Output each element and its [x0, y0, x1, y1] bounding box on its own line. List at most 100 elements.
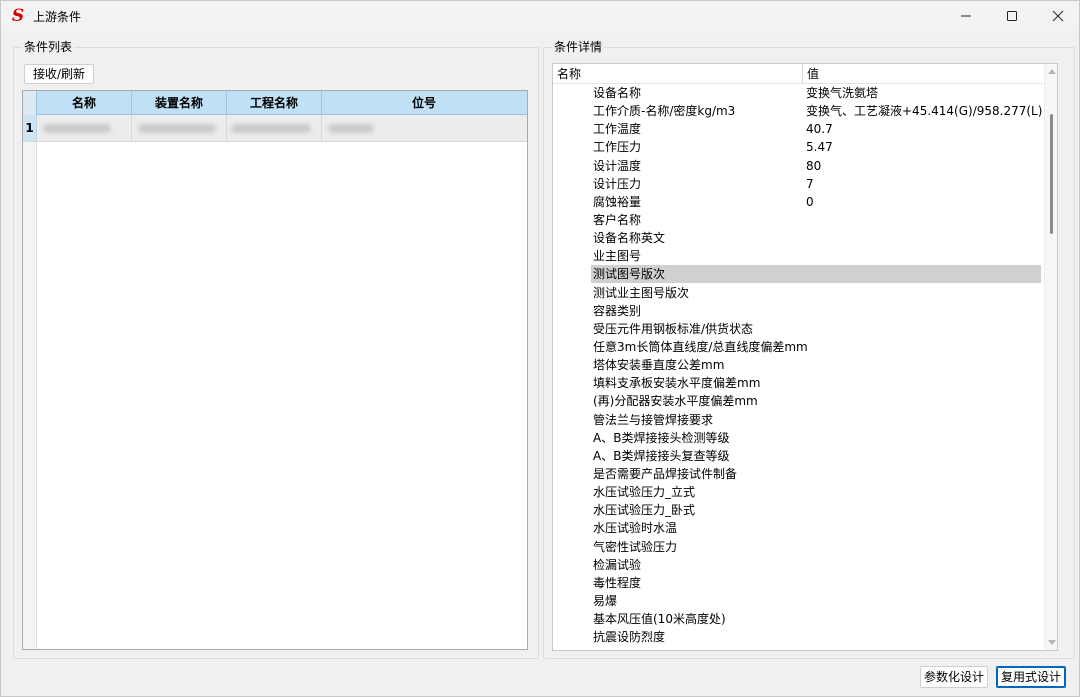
property-row[interactable]: 测试图号版次	[553, 265, 1043, 284]
window-title: 上游条件	[33, 9, 82, 24]
condition-list-group: 条件列表 接收/刷新 名称 装置名称 工程名称 位号 1	[13, 40, 539, 659]
property-value[interactable]: 40.7	[806, 120, 1046, 138]
table-corner[interactable]	[23, 91, 37, 115]
app-logo-icon: S	[11, 6, 25, 26]
property-name: 业主图号	[593, 249, 642, 264]
property-name: A、B类焊接接头检测等级	[593, 430, 730, 445]
property-name: 受压元件用钢板标准/供货状态	[593, 321, 754, 336]
property-value[interactable]: 80	[806, 157, 1046, 175]
property-row[interactable]: 测试业主图号版次	[553, 284, 1043, 302]
property-row[interactable]: 水压试验压力_卧式	[553, 501, 1043, 519]
scroll-down-icon[interactable]	[1048, 640, 1056, 645]
property-row[interactable]: 设计压力 7	[553, 175, 1043, 193]
property-row[interactable]: 是否需要产品焊接试件制备	[553, 465, 1043, 483]
property-grid-header: 名称 值	[553, 64, 1043, 84]
property-row[interactable]: A、B类焊接接头检测等级	[553, 429, 1043, 447]
property-row[interactable]: 基本风压值(10米高度处)	[553, 610, 1043, 628]
title-bar[interactable]: S 上游条件	[1, 1, 1079, 31]
property-name: 工作温度	[593, 122, 642, 137]
condition-list-table[interactable]: 名称 装置名称 工程名称 位号 1	[22, 90, 528, 650]
reuse-design-button[interactable]: 复用式设计	[996, 666, 1066, 688]
property-value[interactable]: 变换气、工艺凝液+45.414(G)/958.277(L)	[806, 102, 1046, 120]
column-header-name[interactable]: 名称	[37, 91, 132, 115]
property-grid[interactable]: 名称 值 设备名称 变换气洗氨塔工作介质-名称/密度kg/m3 变换气、工艺凝液+4…	[552, 63, 1058, 651]
property-value[interactable]: 5.47	[806, 138, 1046, 156]
vertical-scrollbar[interactable]	[1044, 64, 1057, 650]
property-row[interactable]: 毒性程度	[553, 574, 1043, 592]
property-name: 测试业主图号版次	[593, 285, 690, 300]
property-row[interactable]: 水压试验时水温	[553, 519, 1043, 537]
property-row[interactable]: 业主图号	[553, 247, 1043, 265]
property-value[interactable]: 7	[806, 175, 1046, 193]
property-name: 水压试验压力_立式	[593, 485, 696, 500]
property-value[interactable]: 0	[806, 193, 1046, 211]
receive-refresh-button[interactable]: 接收/刷新	[24, 64, 94, 84]
property-name: A、B类焊接接头复查等级	[593, 448, 730, 463]
property-value[interactable]: 变换气洗氨塔	[806, 84, 1046, 102]
property-name: 基本风压值(10米高度处)	[593, 612, 726, 627]
property-name: 检漏试验	[593, 557, 642, 572]
property-name: 水压试验压力_卧式	[593, 503, 696, 518]
table-row[interactable]: 1	[23, 115, 527, 142]
property-row[interactable]: 管法兰与接管焊接要求	[553, 411, 1043, 429]
table-cell-name[interactable]	[37, 115, 132, 141]
maximize-button[interactable]	[989, 1, 1035, 31]
column-header-project-name[interactable]: 工程名称	[227, 91, 322, 115]
close-icon	[1052, 10, 1064, 22]
property-name: 腐蚀裕量	[593, 194, 642, 209]
property-row[interactable]: 任意3m长筒体直线度/总直线度偏差mm	[553, 338, 1043, 356]
property-name: 设计压力	[593, 176, 642, 191]
minimize-button[interactable]	[943, 1, 989, 31]
property-name: 工作介质-名称/密度kg/m3	[593, 104, 736, 119]
property-row[interactable]: 填料支承板安装水平度偏差mm	[553, 374, 1043, 392]
row-index[interactable]: 1	[23, 115, 37, 141]
property-name: 测试图号版次	[591, 265, 1041, 284]
condition-detail-group: 条件详情 名称 值 设备名称 变换气洗氨塔 工作介质-名称/密度kg/m3 变换气、工…	[543, 40, 1075, 659]
property-row[interactable]: 设备名称 变换气洗氨塔	[553, 84, 1043, 102]
close-button[interactable]	[1035, 1, 1079, 31]
table-cell-tag-number[interactable]	[322, 115, 526, 141]
column-header-unit-name[interactable]: 装置名称	[132, 91, 227, 115]
scrollbar-thumb[interactable]	[1050, 114, 1053, 234]
property-row[interactable]: A、B类焊接接头复查等级	[553, 447, 1043, 465]
property-rows: 设备名称 变换气洗氨塔工作介质-名称/密度kg/m3 变换气、工艺凝液+45.414…	[553, 84, 1043, 646]
property-name: 任意3m长筒体直线度/总直线度偏差mm	[593, 339, 808, 354]
redacted-text	[328, 124, 374, 133]
property-row[interactable]: (再)分配器安装水平度偏差mm	[553, 392, 1043, 410]
property-name: 容器类别	[593, 303, 642, 318]
minimize-icon	[961, 15, 971, 17]
property-row[interactable]: 工作压力 5.47	[553, 138, 1043, 156]
property-name: 管法兰与接管焊接要求	[593, 412, 714, 427]
property-name: 塔体安装垂直度公差mm	[593, 358, 725, 373]
parametric-design-button[interactable]: 参数化设计	[920, 666, 988, 688]
redacted-text	[138, 124, 216, 133]
property-row[interactable]: 检漏试验	[553, 556, 1043, 574]
column-header-tag-number[interactable]: 位号	[322, 91, 526, 115]
condition-list-title: 条件列表	[22, 40, 75, 54]
property-row[interactable]: 工作温度 40.7	[553, 120, 1043, 138]
property-name: 设备名称	[593, 86, 642, 100]
column-header-name[interactable]: 名称	[553, 64, 803, 84]
property-name: 设计温度	[593, 158, 642, 173]
property-row[interactable]: 客户名称	[553, 211, 1043, 229]
table-cell-unit-name[interactable]	[132, 115, 227, 141]
property-name: 是否需要产品焊接试件制备	[593, 466, 738, 481]
row-header-strip	[23, 142, 37, 649]
property-name: (再)分配器安装水平度偏差mm	[593, 394, 758, 409]
property-row[interactable]: 水压试验压力_立式	[553, 483, 1043, 501]
property-row[interactable]: 工作介质-名称/密度kg/m3 变换气、工艺凝液+45.414(G)/958.27…	[553, 102, 1043, 120]
property-row[interactable]: 塔体安装垂直度公差mm	[553, 356, 1043, 374]
property-row[interactable]: 容器类别	[553, 302, 1043, 320]
property-row[interactable]: 气密性试验压力	[553, 538, 1043, 556]
property-name: 客户名称	[593, 212, 642, 227]
property-row[interactable]: 腐蚀裕量 0	[553, 193, 1043, 211]
property-row[interactable]: 易爆	[553, 592, 1043, 610]
property-row[interactable]: 受压元件用钢板标准/供货状态	[553, 320, 1043, 338]
property-row[interactable]: 设计温度 80	[553, 157, 1043, 175]
table-cell-project-name[interactable]	[227, 115, 322, 141]
property-row[interactable]: 设备名称英文	[553, 229, 1043, 247]
column-header-value[interactable]: 值	[803, 64, 1043, 84]
scroll-up-icon[interactable]	[1048, 69, 1056, 74]
property-name: 设备名称英文	[593, 231, 666, 246]
property-row[interactable]: 抗震设防烈度	[553, 628, 1043, 646]
